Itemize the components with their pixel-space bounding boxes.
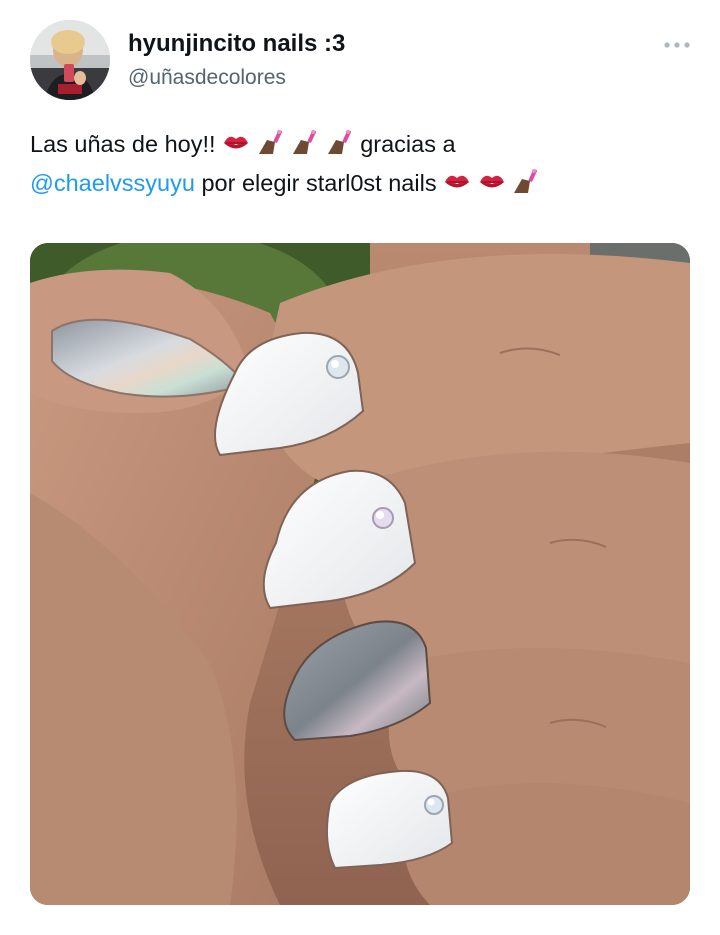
tweet-text: Las uñas de hoy!! gracias a @chaelvssyuy… bbox=[30, 125, 695, 203]
tweet-text-part: gracias a bbox=[360, 131, 456, 157]
tweet-text-part: por elegir starl0st nails bbox=[201, 170, 437, 196]
nail-polish-icon bbox=[326, 128, 354, 156]
nail-polish-icon bbox=[257, 128, 285, 156]
tweet-card: hyunjincito nails :3 @uñasdecolores Las … bbox=[0, 0, 720, 935]
user-handle[interactable]: @uñasdecolores bbox=[128, 66, 286, 90]
kiss-mark-icon bbox=[443, 169, 471, 195]
tweet-text-part: Las uñas de hoy!! bbox=[30, 131, 216, 157]
kiss-mark-icon bbox=[222, 130, 250, 156]
avatar[interactable] bbox=[30, 20, 110, 100]
tweet-text-line-1: Las uñas de hoy!! gracias a bbox=[30, 125, 695, 164]
nail-polish-icon bbox=[291, 128, 319, 156]
display-name[interactable]: hyunjincito nails :3 bbox=[128, 30, 345, 58]
more-dots-icon[interactable] bbox=[660, 34, 694, 56]
kiss-mark-icon bbox=[478, 169, 506, 195]
mention-link[interactable]: @chaelvssyuyu bbox=[30, 170, 195, 196]
tweet-photo[interactable] bbox=[30, 243, 690, 905]
tweet-text-line-2: @chaelvssyuyu por elegir starl0st nails bbox=[30, 164, 695, 203]
nail-polish-icon bbox=[512, 167, 540, 195]
